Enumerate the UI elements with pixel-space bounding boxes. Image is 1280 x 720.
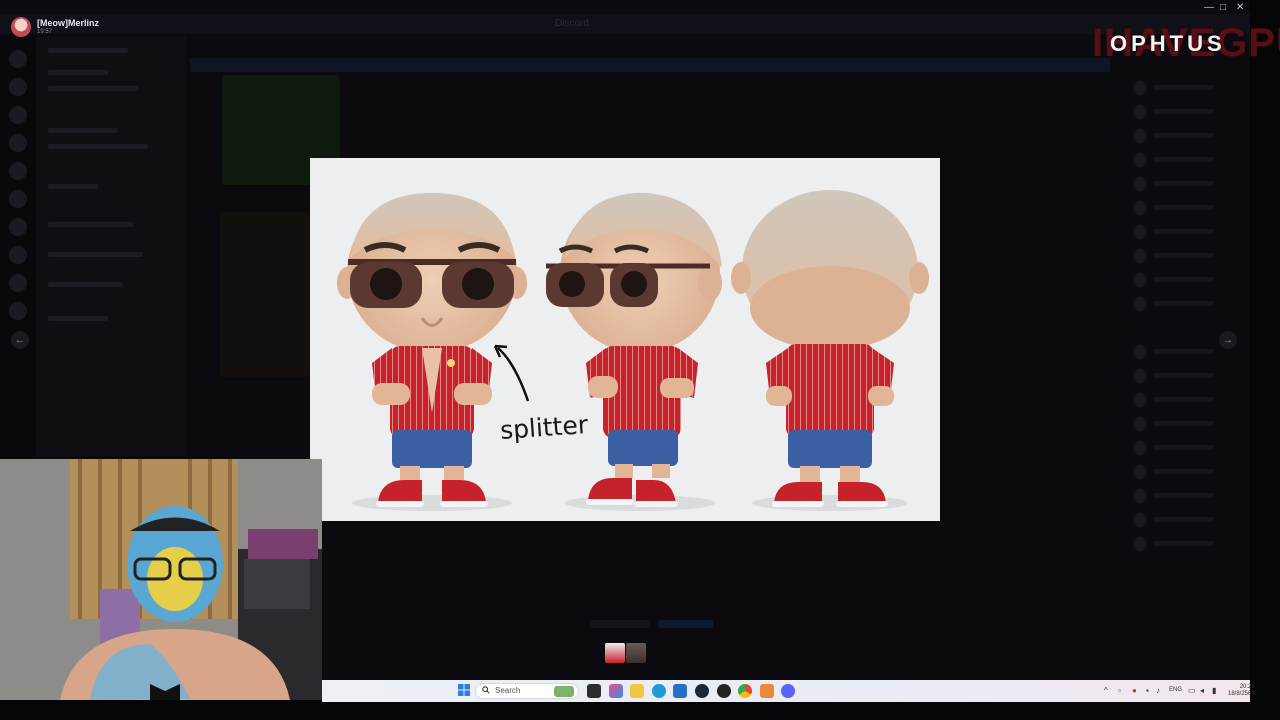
language-indicator[interactable]: ENG bbox=[1169, 687, 1182, 693]
window-controls: — □ ✕ bbox=[1198, 0, 1250, 14]
channel-item[interactable] bbox=[48, 316, 108, 321]
microphone-icon[interactable]: ♪ bbox=[1156, 686, 1160, 695]
channel-item[interactable] bbox=[48, 184, 98, 189]
search-icon bbox=[482, 686, 490, 694]
file-explorer-icon[interactable] bbox=[630, 684, 644, 698]
image-caption-ghost bbox=[590, 620, 720, 630]
channel-item[interactable] bbox=[48, 128, 118, 133]
member-avatar[interactable] bbox=[1133, 417, 1147, 431]
thumbnail-2[interactable] bbox=[626, 643, 646, 663]
clock[interactable]: 20:26 18/8/2569 bbox=[1228, 684, 1255, 698]
chat-image bbox=[220, 212, 310, 377]
member-avatar[interactable] bbox=[1133, 105, 1147, 119]
server-icon[interactable] bbox=[9, 50, 27, 68]
user-timestamp: 19:57 bbox=[37, 29, 53, 35]
app-icon[interactable] bbox=[760, 684, 774, 698]
windows-start-icon[interactable] bbox=[458, 684, 470, 696]
member-avatar[interactable] bbox=[1133, 177, 1147, 191]
server-icon[interactable] bbox=[9, 162, 27, 180]
member-avatar[interactable] bbox=[1133, 537, 1147, 551]
server-icon[interactable] bbox=[9, 218, 27, 236]
minimize-button[interactable]: — bbox=[1204, 2, 1214, 13]
task-view-icon[interactable] bbox=[587, 684, 601, 698]
channel-item[interactable] bbox=[48, 252, 143, 257]
copilot-icon[interactable] bbox=[609, 684, 623, 698]
splitter-annotation: splitter bbox=[499, 409, 589, 446]
figurine-illustration bbox=[310, 158, 940, 521]
clock-time: 20:26 bbox=[1239, 684, 1255, 690]
channel-item[interactable] bbox=[48, 70, 108, 75]
volume-icon[interactable]: ◂ bbox=[1200, 686, 1204, 695]
member-list bbox=[1125, 75, 1245, 675]
search-placeholder: Search bbox=[495, 686, 521, 695]
window-title: Discord bbox=[555, 18, 589, 29]
member-avatar[interactable] bbox=[1133, 225, 1147, 239]
system-tray: ^ ▫ ● ▪ ♪ ENG ▭ ◂ ▮ 20:26 18/8/2569 bbox=[1100, 683, 1255, 699]
close-window-button[interactable]: ✕ bbox=[1236, 2, 1244, 13]
title-strip bbox=[0, 14, 1250, 34]
member-avatar[interactable] bbox=[1133, 81, 1147, 95]
channel-list bbox=[36, 36, 186, 456]
member-avatar[interactable] bbox=[1133, 465, 1147, 479]
server-icon[interactable] bbox=[9, 106, 27, 124]
server-icon[interactable] bbox=[9, 246, 27, 264]
username: [Meow]Merlinz bbox=[37, 18, 99, 28]
logo-text: OPHTUS bbox=[1110, 31, 1226, 56]
webcam-feed bbox=[0, 459, 322, 700]
taskbar-search[interactable]: Search bbox=[475, 683, 579, 699]
clock-date: 18/8/2569 bbox=[1228, 691, 1255, 697]
next-image-button[interactable]: → bbox=[1219, 331, 1237, 349]
member-avatar[interactable] bbox=[1133, 153, 1147, 167]
maximize-button[interactable]: □ bbox=[1220, 2, 1226, 13]
battery-icon[interactable]: ▮ bbox=[1212, 686, 1216, 695]
avatar[interactable] bbox=[11, 17, 31, 37]
member-avatar[interactable] bbox=[1133, 129, 1147, 143]
network-icon[interactable]: ▭ bbox=[1188, 686, 1196, 695]
discord-icon[interactable] bbox=[781, 684, 795, 698]
member-avatar[interactable] bbox=[1133, 489, 1147, 503]
server-icon[interactable] bbox=[9, 78, 27, 96]
steam-icon[interactable] bbox=[695, 684, 709, 698]
channel-item[interactable] bbox=[48, 222, 133, 227]
channel-item[interactable] bbox=[48, 86, 138, 91]
member-avatar[interactable] bbox=[1133, 273, 1147, 287]
server-icon[interactable] bbox=[9, 274, 27, 292]
server-icon[interactable] bbox=[9, 190, 27, 208]
channel-item[interactable] bbox=[48, 282, 123, 287]
member-avatar[interactable] bbox=[1133, 513, 1147, 527]
chat-banner bbox=[190, 58, 1110, 72]
edge-icon[interactable] bbox=[652, 684, 666, 698]
taskbar: Search ^ ▫ ● ▪ ♪ ENG ▭ ◂ ▮ 20:26 18/8/25… bbox=[322, 680, 1255, 702]
previous-image-button[interactable]: ← bbox=[11, 331, 29, 349]
chevron-up-icon[interactable]: ^ bbox=[1104, 686, 1108, 695]
tray-app-icon[interactable]: ● bbox=[1132, 686, 1137, 695]
member-avatar[interactable] bbox=[1133, 249, 1147, 263]
search-highlight-icon bbox=[554, 686, 574, 697]
chrome-icon[interactable] bbox=[738, 684, 752, 698]
image-preview[interactable] bbox=[310, 158, 940, 521]
member-avatar[interactable] bbox=[1133, 441, 1147, 455]
server-icon[interactable] bbox=[9, 134, 27, 152]
member-avatar[interactable] bbox=[1133, 201, 1147, 215]
member-avatar[interactable] bbox=[1133, 393, 1147, 407]
store-icon[interactable] bbox=[673, 684, 687, 698]
member-avatar[interactable] bbox=[1133, 345, 1147, 359]
member-avatar[interactable] bbox=[1133, 297, 1147, 311]
member-avatar[interactable] bbox=[1133, 369, 1147, 383]
tray-app-icon[interactable]: ▪ bbox=[1146, 686, 1149, 695]
tray-app-icon[interactable]: ▫ bbox=[1118, 686, 1121, 695]
game-app-icon[interactable] bbox=[717, 684, 731, 698]
channel-item[interactable] bbox=[48, 144, 148, 149]
channel-item[interactable] bbox=[48, 48, 128, 53]
server-icon[interactable] bbox=[9, 302, 27, 320]
thumbnail-1[interactable] bbox=[605, 643, 625, 663]
